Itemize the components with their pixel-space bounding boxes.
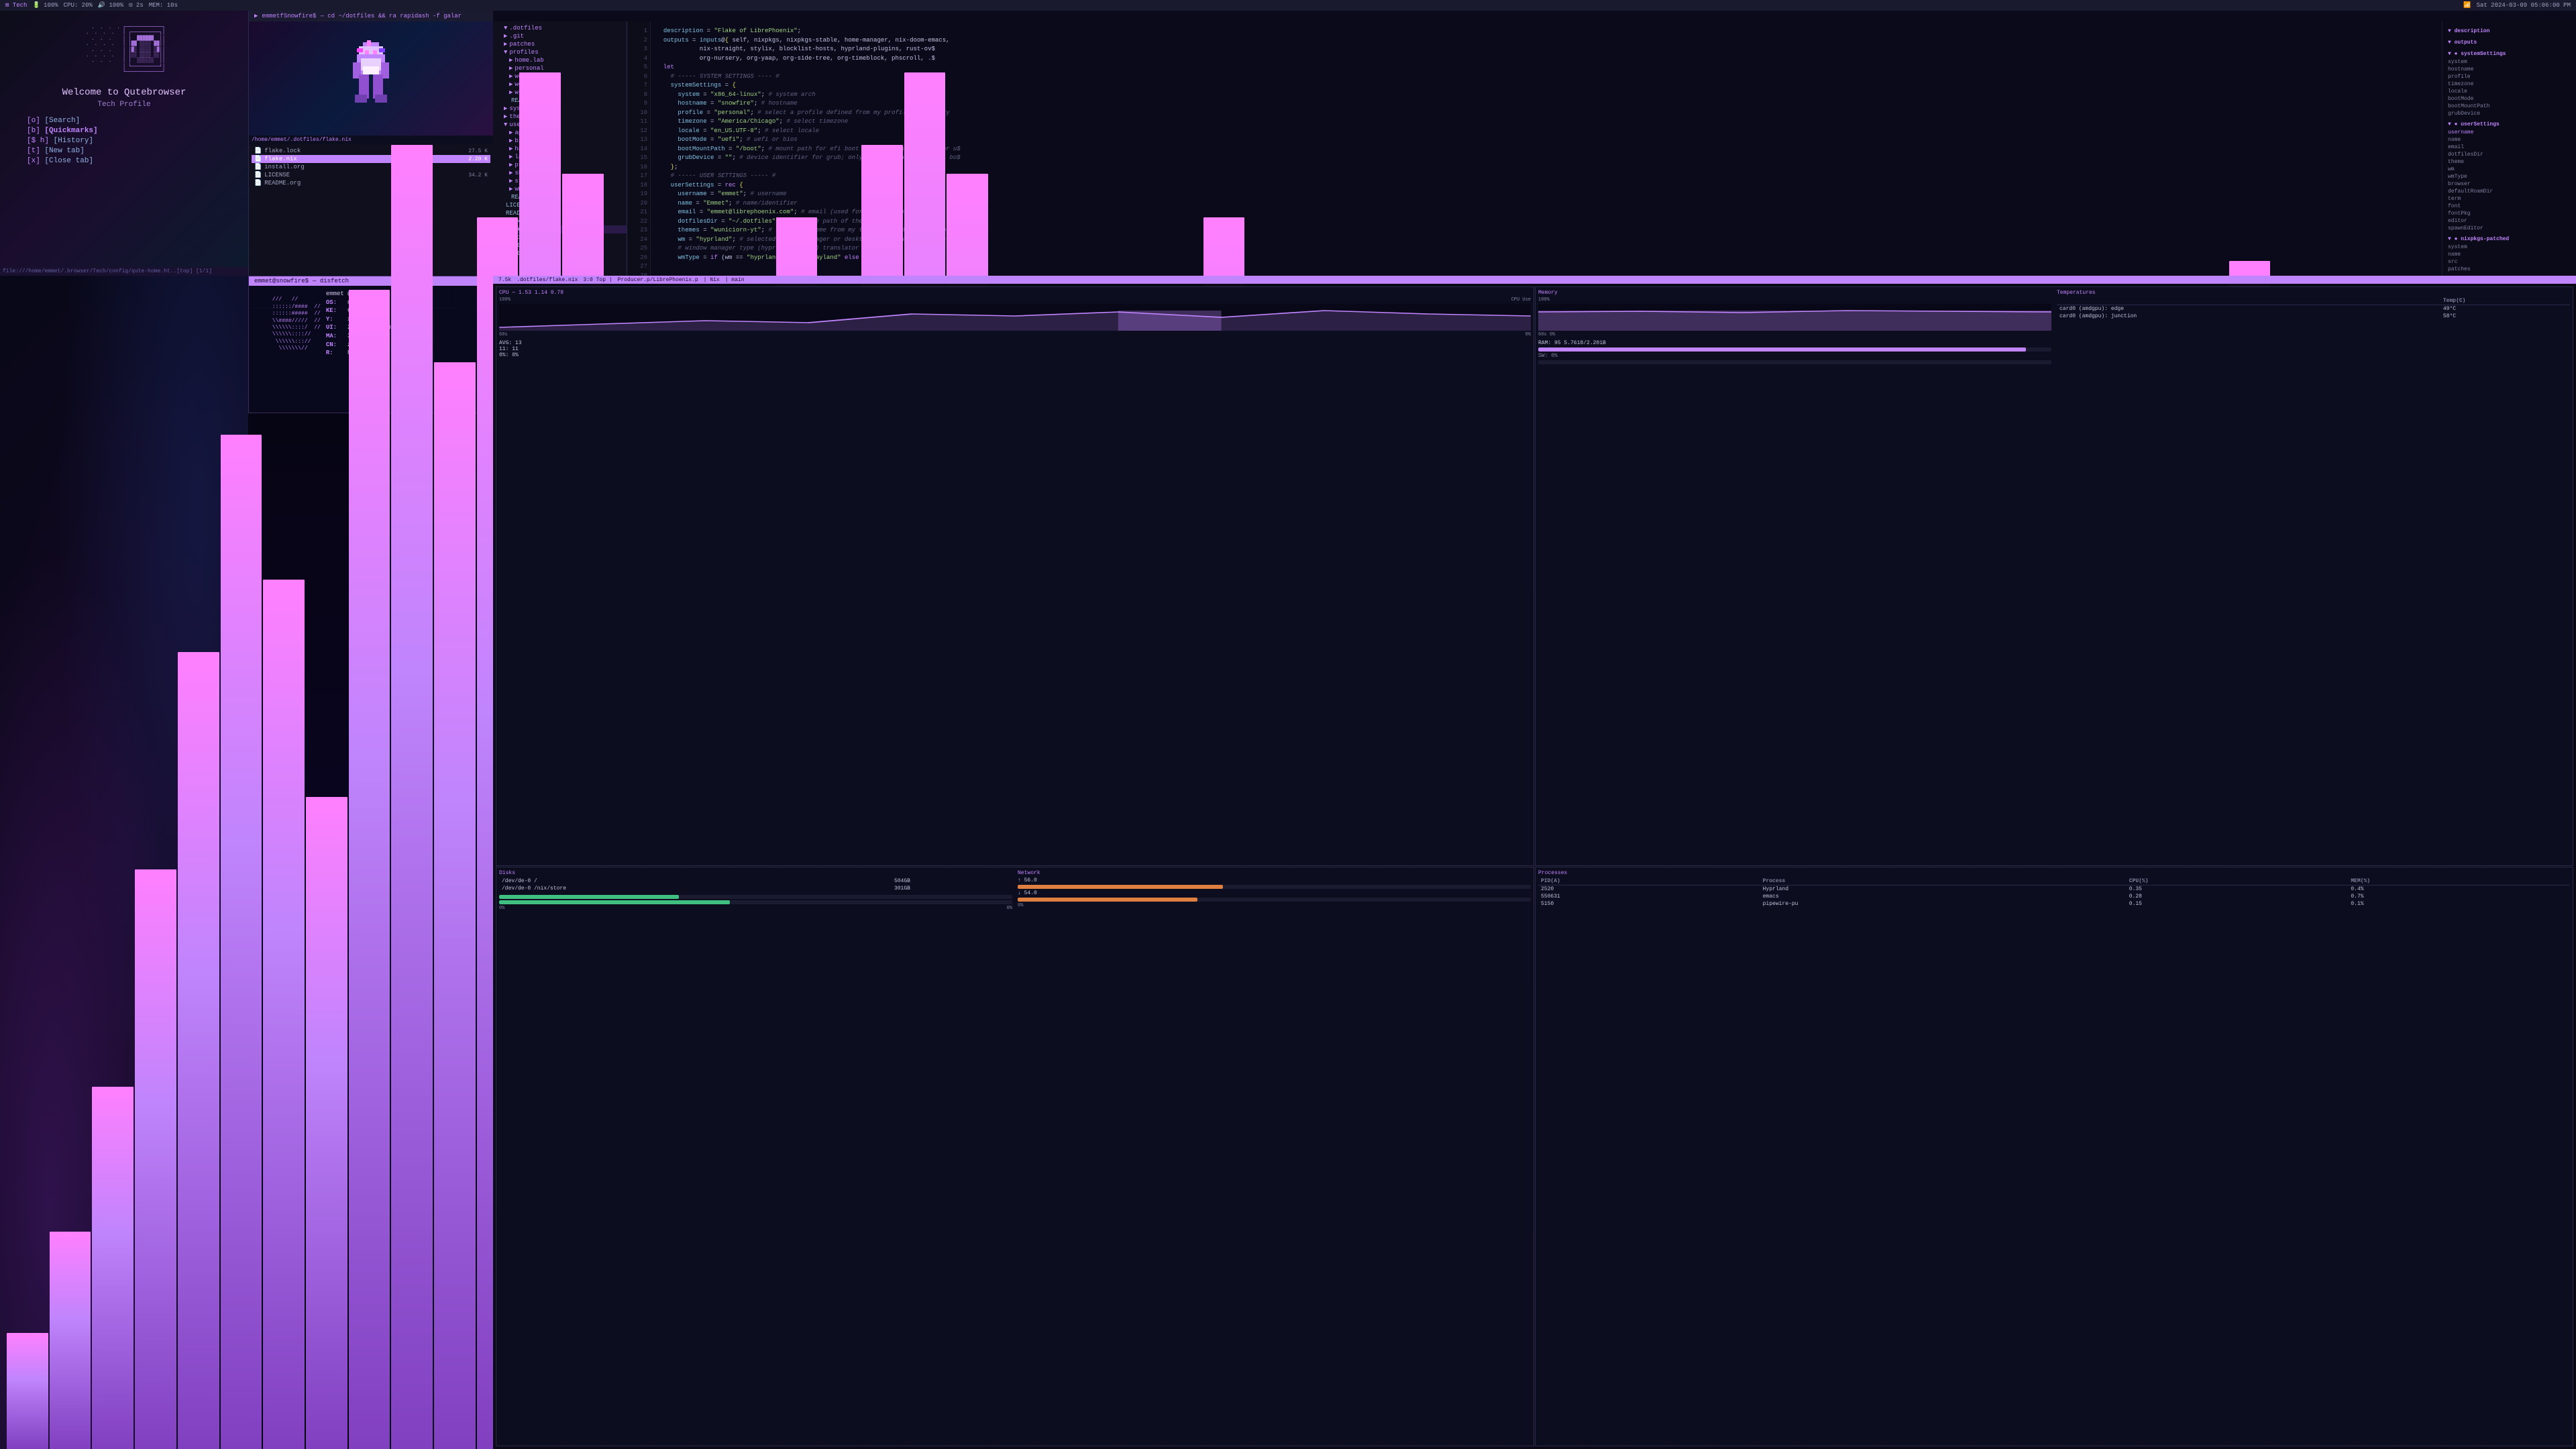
ram-bar-fill (1538, 347, 2026, 352)
cpu-current-pct: 11: 11 (499, 346, 1531, 352)
sysmon-proc-title: Processes (1538, 870, 2570, 876)
table-row: /dev/de-0 /nix/store 301GB (499, 885, 1012, 892)
statusbar-right: 📶 Sat 2024-03-09 05:06:00 PM (2463, 2, 2571, 9)
cpu-label-100: 100% (499, 297, 511, 303)
editor-git-branch: | main (725, 277, 745, 283)
net-zero: 0% (1018, 903, 1531, 908)
mem-status: MEM: 10s (149, 2, 178, 9)
sysmon-disks-section: Disks /dev/de-0 / 504GB /dev/de-0 /nix/s… (499, 870, 1012, 911)
temp-table: Temp(C) card0 (amdgpu): edge 49°C card0 … (2057, 297, 2570, 320)
swap-bar (1538, 360, 2051, 364)
net-upload-bar (1018, 885, 1531, 889)
sysmon-memory-section: Memory 100% 60s 0% RAM: 95 5.7618/2. (1538, 290, 2051, 863)
sysmon-disks-title: Disks (499, 870, 1012, 876)
vis-bar (391, 145, 433, 309)
disk-bar-2 (499, 900, 1012, 904)
wifi-icon: 📶 (2463, 2, 2471, 9)
sysmon-network-title: Network (1018, 870, 1531, 876)
table-row: 2520 Hyprland 0.35 0.4% (1538, 885, 2570, 894)
net-upload: ↑ 56.0 (1018, 877, 1531, 883)
cpu-chart (499, 304, 1531, 331)
sysmon-temp-section: Temperatures Temp(C) card0 (amdgpu): edg… (2057, 290, 2570, 863)
top-statusbar: ⊞ Tech 🔋 100% CPU: 20% 🔊 100% ⊡ 2s MEM: … (0, 0, 2576, 11)
editor-filesize: 7.5k (498, 277, 511, 283)
editor-filepath: .dotfiles/flake.nix (517, 277, 578, 283)
cpu-zero-label: 0% (1525, 332, 1531, 337)
cpu-avg: AVG: 13 (499, 340, 1531, 346)
table-row: card0 (amdgpu): edge 49°C (2057, 305, 2570, 313)
ram-info: RAM: 95 5.7618/2.201B (1538, 340, 2051, 346)
editor-position: 3:0 Top | (583, 277, 612, 283)
table-row: card0 (amdgpu): junction 58°C (2057, 313, 2570, 320)
swap-info: SW: 0% (1538, 353, 2051, 359)
battery-status: 🔋 100% (32, 2, 58, 9)
datetime: Sat 2024-03-09 05:06:00 PM (2477, 2, 2571, 9)
vis-bar (349, 290, 390, 309)
cpu-time-label: 60s (499, 332, 508, 337)
disks-table: /dev/de-0 / 504GB /dev/de-0 /nix/store 3… (499, 877, 1012, 892)
sysmon-temp-title: Temperatures (2057, 290, 2570, 296)
window-count: ⊡ 2s (129, 2, 144, 9)
visualizer-panel (0, 0, 456, 309)
sysmon-cpu-box: CPU — 1.53 1.14 0.78 100% CPU Use 60s 0%… (496, 286, 1534, 866)
table-row: 550631 emacs 0.28 0.7% (1538, 893, 2570, 900)
mem-chart (1538, 304, 2051, 331)
table-row: 5150 pipewire-pu 0.15 0.1% (1538, 900, 2570, 908)
table-row: /dev/de-0 / 504GB (499, 877, 1012, 885)
disk-bar-1 (499, 895, 1012, 899)
sysmon-cpu-title: CPU — 1.53 1.14 0.78 (499, 290, 1531, 296)
cpu-zero-pct: 0%: 0% (499, 352, 1531, 358)
sysmon-processes-box: Processes PID(A) Process CPU(%) MEM(%) 2… (1535, 867, 2573, 1446)
statusbar-left: ⊞ Tech 🔋 100% CPU: 20% 🔊 100% ⊡ 2s MEM: … (5, 2, 178, 9)
sysmon-disks-box: Disks /dev/de-0 / 504GB /dev/de-0 /nix/s… (496, 867, 1534, 1446)
editor-branch: Producer.p/LibrePhoenix.p (618, 277, 698, 283)
proc-table: PID(A) Process CPU(%) MEM(%) 2520 Hyprla… (1538, 877, 2570, 908)
editor-statusbar-bottom: 7.5k .dotfiles/flake.nix 3:0 Top | Produ… (493, 276, 2576, 284)
editor-filetype: | Nix (704, 277, 720, 283)
cpu-status: CPU: 20% (64, 2, 93, 9)
net-download: ↓ 54.0 (1018, 890, 1531, 896)
ram-bar (1538, 347, 2051, 352)
vis-bars-container (0, 0, 456, 309)
net-download-bar (1018, 898, 1531, 902)
workspace-indicator: ⊞ Tech (5, 2, 27, 9)
sysmon-mem-box: Memory 100% 60s 0% RAM: 95 5.7618/2. (1535, 286, 2573, 866)
cpu-use-label: CPU Use (1511, 297, 1531, 303)
sysmon-mem-title: Memory (1538, 290, 2051, 296)
sysmon-network-section: Network ↑ 56.0 ↓ 54.0 0% (1018, 870, 1531, 911)
audio-status: 🔊 100% (98, 2, 123, 9)
system-monitor: CPU — 1.53 1.14 0.78 100% CPU Use 60s 0%… (493, 284, 2576, 1449)
